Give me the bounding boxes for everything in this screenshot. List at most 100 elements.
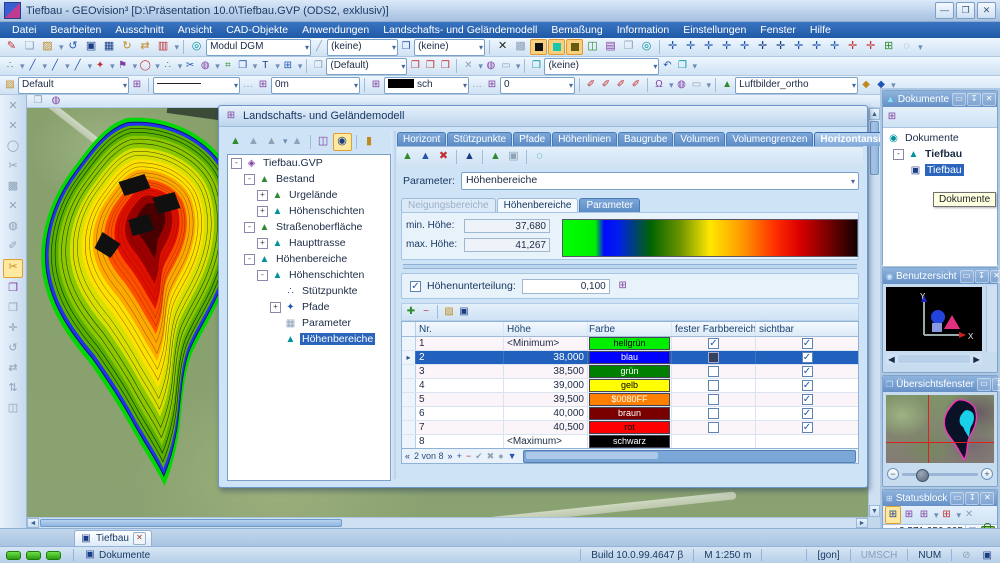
draw-circle-icon[interactable]: ◯ — [138, 58, 152, 74]
add-layer-icon[interactable]: ▲ — [245, 134, 262, 150]
sichtbar-checkbox[interactable]: ✓ — [802, 394, 813, 405]
subtab-hoehenbereiche[interactable]: Höhenbereiche — [497, 198, 579, 212]
tab-volumengrenzen[interactable]: Volumengrenzen — [726, 132, 813, 146]
menu-cad-objekte[interactable]: CAD-Objekte — [220, 23, 294, 37]
zoom-in-button[interactable]: + — [981, 468, 993, 480]
color-chip[interactable]: rot — [589, 421, 670, 434]
nav-first-icon[interactable]: « — [405, 451, 410, 461]
open-project-icon[interactable]: ▨ — [39, 39, 56, 55]
color-chip[interactable]: gelb — [589, 379, 670, 392]
color-chip[interactable]: blau — [589, 351, 670, 364]
col-nr[interactable]: Nr. — [416, 322, 504, 336]
zoom-track[interactable] — [902, 473, 978, 476]
fester-checkbox[interactable] — [708, 408, 719, 419]
document-tab-tiefbau[interactable]: ▣ Tiefbau ✕ — [74, 530, 152, 546]
float-button[interactable]: ▭ — [960, 270, 974, 283]
length-calc-icon[interactable]: ⊞ — [256, 77, 270, 93]
pdf-dropdown[interactable]: ▾ — [175, 42, 180, 53]
visibility-eye-icon[interactable]: ◉ — [333, 133, 352, 151]
table-row-selected[interactable]: ▸ 2 38,000 blau ✓ — [402, 351, 858, 365]
style-combo[interactable]: (Default)▾ — [326, 58, 407, 75]
horizon-zoom-icon[interactable]: ◌ — [531, 149, 548, 165]
status-green-button-1[interactable] — [6, 551, 21, 560]
cad-scale-icon[interactable]: ⇅ — [4, 381, 22, 398]
module-combo[interactable]: Modul DGM▾ — [206, 39, 311, 56]
linestyle-more[interactable]: … — [241, 77, 255, 93]
status-doc-label[interactable]: Dokumente — [99, 550, 150, 561]
benutzersicht-title-bar[interactable]: ◉ Benutzersicht ▭ ↧ ✕ — [883, 268, 997, 284]
color-chip[interactable]: schwarz — [589, 435, 670, 448]
row-delete-icon[interactable]: − — [419, 304, 433, 320]
table-row[interactable]: 4 39,000 gelb ✓ — [402, 379, 858, 393]
col-hoehe[interactable]: Höhe — [504, 322, 588, 336]
menu-ansicht[interactable]: Ansicht — [172, 23, 218, 37]
horizon-add-icon[interactable]: ▲ — [399, 149, 416, 165]
tab-hoehenlinien[interactable]: Höhenlinien — [552, 132, 617, 146]
cad-erase-icon[interactable]: ✕ — [4, 119, 22, 136]
point-height-icon[interactable]: ✛ — [808, 39, 825, 55]
tab-baugrube[interactable]: Baugrube — [618, 132, 673, 146]
pen1-icon[interactable]: ✐ — [584, 77, 598, 93]
horizon-save-icon[interactable]: ▣ — [505, 149, 522, 165]
view-dark-toggle[interactable] — [566, 39, 583, 55]
cad-rotate-icon[interactable]: ↺ — [4, 341, 22, 358]
cad-circle-icon[interactable]: ◯ — [4, 139, 22, 156]
save-colors-icon[interactable]: ▣ — [457, 304, 471, 320]
map-compass-icon[interactable]: ◍ — [49, 93, 63, 109]
draw-line-icon[interactable]: ╱ — [26, 58, 40, 74]
horizon-delete-icon[interactable]: ✖ — [435, 149, 452, 165]
delete-layer-icon[interactable]: ▲ — [289, 134, 306, 150]
menu-bemassung[interactable]: Bemaßung — [545, 23, 608, 37]
pen4-icon[interactable]: ✐ — [629, 77, 643, 93]
layer-up-icon[interactable]: ❒ — [408, 58, 422, 74]
cad-hatch-icon[interactable]: ▩ — [4, 179, 22, 196]
scroll-left-icon[interactable]: ◄ — [886, 354, 897, 364]
history-icon[interactable]: ↺ — [65, 39, 82, 55]
cad-break-icon[interactable]: ✕ — [4, 199, 22, 216]
layer-calc-icon[interactable]: ⊞ — [130, 77, 144, 93]
zoom-thumb[interactable] — [916, 469, 929, 482]
status-green-button-2[interactable] — [26, 551, 41, 560]
draw-scatter-icon[interactable]: ∴ — [161, 58, 175, 74]
map-panel-icon[interactable]: ❐ — [31, 93, 45, 109]
dialog-title-bar[interactable]: ⊞ Landschafts- und Geländemodell — [219, 106, 867, 127]
cad-move-icon[interactable]: ⇄ — [4, 361, 22, 378]
unterteilung-field[interactable]: 0,100 — [522, 279, 610, 294]
cad-presentation-icon[interactable]: ❐ — [4, 281, 22, 298]
nav-post-icon[interactable]: ✔ — [475, 451, 483, 462]
save-all-icon[interactable]: ▦ — [101, 39, 118, 55]
scroll-left-icon[interactable]: ◄ — [27, 518, 39, 528]
load-colors-icon[interactable]: ▨ — [442, 304, 456, 320]
point-edit-icon[interactable]: ✛ — [700, 39, 717, 55]
draw-spline-icon[interactable]: ╱ — [71, 58, 85, 74]
color-combo[interactable]: sch▾ — [384, 77, 469, 94]
menu-fenster[interactable]: Fenster — [754, 23, 802, 37]
color-chip[interactable]: $0080FF — [589, 393, 670, 406]
snap-grid-icon[interactable]: ▩ — [512, 39, 529, 55]
close-document-icon[interactable]: ✕ — [133, 532, 146, 545]
uebersicht-title-bar[interactable]: ❐ Übersichtsfenster ▭ ↧ — [883, 376, 997, 392]
panel-icon[interactable]: ❐ — [236, 58, 250, 74]
zoom-out-button[interactable]: − — [887, 468, 899, 480]
view-black-toggle[interactable] — [530, 39, 547, 55]
reload-icon[interactable]: ↻ — [119, 39, 136, 55]
fester-checkbox[interactable] — [708, 352, 719, 363]
point-export-icon[interactable]: ✛ — [862, 39, 879, 55]
status-monitor-icon[interactable]: ▣ — [977, 550, 1000, 561]
menu-information[interactable]: Information — [611, 23, 676, 37]
coord-lock-icon[interactable]: ✕ — [962, 507, 976, 523]
pen-combo[interactable]: (keine)▾ — [327, 39, 398, 56]
maximize-button[interactable]: ❐ — [956, 2, 975, 19]
viewport-h-scrollbar[interactable]: ◄ ► — [886, 354, 982, 364]
table-row[interactable]: 3 38,500 grün ✓ — [402, 365, 858, 379]
model-tree[interactable]: -◈Tiefbau.GVP -▲Bestand +▲Urgelände +▲Hö… — [227, 154, 391, 481]
ortho-combo[interactable]: Luftbilder_ortho▾ — [735, 77, 858, 94]
pen3-icon[interactable]: ✐ — [614, 77, 628, 93]
overview-thumbnail[interactable] — [886, 395, 994, 463]
coord-abs-icon[interactable]: ⊞ — [902, 507, 916, 523]
close-panel-button[interactable]: ✕ — [980, 492, 994, 505]
width-calc-icon[interactable]: ⊞ — [485, 77, 499, 93]
exit-dialog-icon[interactable]: ▮ — [361, 134, 378, 150]
layer-combo[interactable]: Default▾ — [18, 77, 129, 94]
table-row[interactable]: 7 40,500 rot ✓ — [402, 421, 858, 435]
